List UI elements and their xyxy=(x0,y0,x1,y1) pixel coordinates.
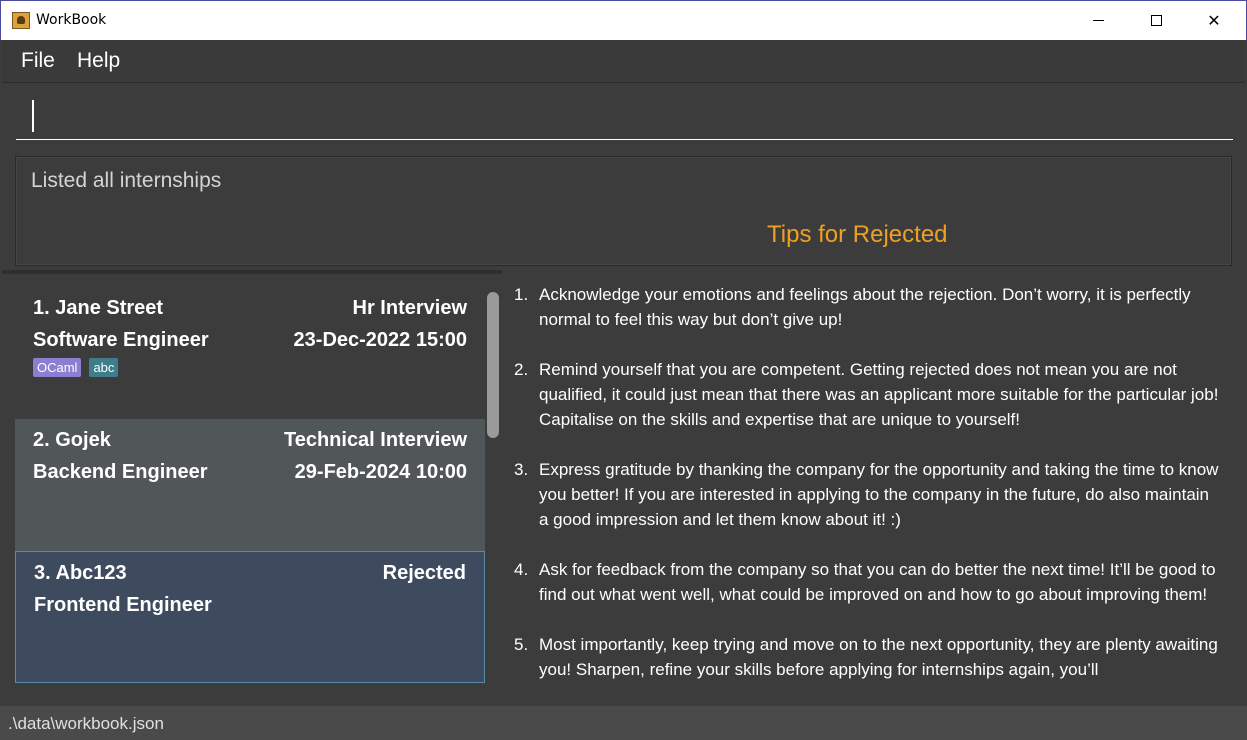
tip-item: 3. Express gratitude by thanking the comp… xyxy=(502,457,1230,532)
maximize-icon xyxy=(1150,15,1162,26)
minimize-button[interactable] xyxy=(1069,1,1127,40)
tip-item: 1. Acknowledge your emotions and feelings… xyxy=(502,282,1230,332)
tip-text: Acknowledge your emotions and feelings a… xyxy=(539,285,1191,329)
tips-list: 1. Acknowledge your emotions and feelings… xyxy=(502,282,1230,706)
menu-file[interactable]: File xyxy=(21,49,55,73)
tip-number: 1. xyxy=(514,285,529,304)
list-scrollbar[interactable] xyxy=(487,292,499,438)
tip-number: 3. xyxy=(514,460,529,479)
tips-panel: 1. Acknowledge your emotions and feelings… xyxy=(502,270,1230,706)
tip-text: Express gratitude by thanking the compan… xyxy=(539,460,1219,529)
command-area xyxy=(2,84,1245,150)
result-display: Listed all internships xyxy=(15,156,1232,266)
window-title: WorkBook xyxy=(36,12,107,28)
tip-item: 4. Ask for feedback from the company so t… xyxy=(502,557,1230,607)
save-location: .\data\workbook.json xyxy=(8,714,164,733)
tag-badge: abc xyxy=(89,358,119,377)
menu-help[interactable]: Help xyxy=(77,49,120,73)
tip-number: 2. xyxy=(514,360,529,379)
internship-card[interactable]: 1. Jane Street Hr Interview Software Eng… xyxy=(15,287,485,419)
tag-list: OCaml abc xyxy=(33,358,119,377)
close-icon: ✕ xyxy=(1207,11,1221,30)
internship-role: Frontend Engineer xyxy=(34,594,212,616)
internship-list[interactable]: 1. Jane Street Hr Interview Software Eng… xyxy=(2,274,502,706)
tip-item: 5. Most importantly, keep trying and move… xyxy=(502,632,1230,682)
close-button[interactable]: ✕ xyxy=(1185,1,1243,40)
tip-number: 4. xyxy=(514,560,529,579)
internship-role: Backend Engineer xyxy=(33,461,208,483)
tip-text: Ask for feedback from the company so tha… xyxy=(539,560,1216,604)
tip-item: 2. Remind yourself that you are competent… xyxy=(502,357,1230,432)
internship-stage: Hr Interview xyxy=(352,297,467,319)
internship-stage: Technical Interview xyxy=(283,429,467,451)
internship-date: 29-Feb-2024 10:00 xyxy=(294,461,467,483)
internship-card[interactable]: 2. Gojek Technical Interview Backend Eng… xyxy=(15,419,485,551)
panel-edge xyxy=(1230,270,1247,706)
tag-badge: OCaml xyxy=(33,358,82,377)
tip-text: Remind yourself that you are competent. … xyxy=(539,360,1219,429)
menu-bar: File Help xyxy=(2,40,1245,83)
title-bar: WorkBook ✕ xyxy=(0,0,1247,40)
app-icon xyxy=(12,12,30,29)
internship-company: 3. Abc123 xyxy=(34,562,127,584)
status-bar: .\data\workbook.json xyxy=(0,706,1247,740)
internship-stage: Rejected xyxy=(382,562,466,584)
text-caret xyxy=(32,100,34,132)
tips-title: Tips for Rejected xyxy=(767,221,948,248)
minimize-icon xyxy=(1092,20,1104,21)
maximize-button[interactable] xyxy=(1127,1,1185,40)
tip-number: 5. xyxy=(514,635,529,654)
internship-company: 1. Jane Street xyxy=(33,297,164,319)
tip-text: Most importantly, keep trying and move o… xyxy=(539,635,1218,679)
internship-role: Software Engineer xyxy=(33,329,209,351)
command-input[interactable] xyxy=(16,98,1233,140)
result-message: Listed all internships xyxy=(31,169,222,192)
internship-company: 2. Gojek xyxy=(33,429,111,451)
internship-date: 23-Dec-2022 15:00 xyxy=(293,329,467,351)
internship-card-selected[interactable]: 3. Abc123 Rejected Frontend Engineer xyxy=(15,551,485,683)
